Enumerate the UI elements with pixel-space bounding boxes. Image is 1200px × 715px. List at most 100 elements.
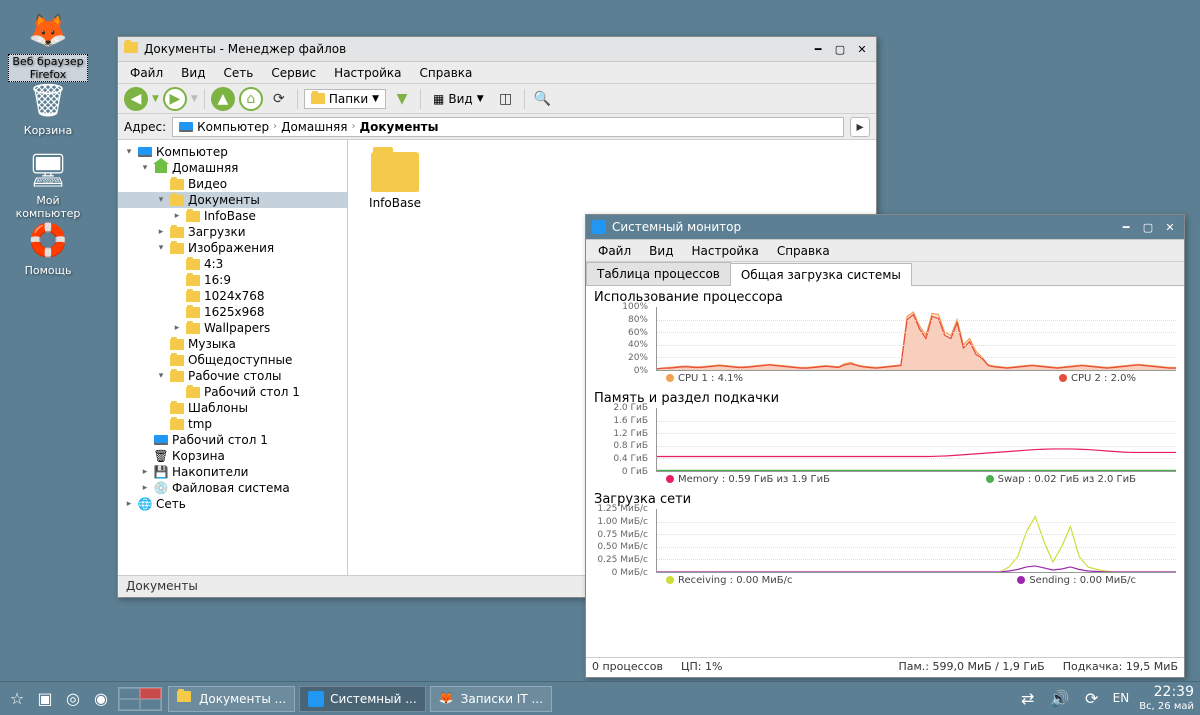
breadcrumb[interactable]: Компьютер›Домашняя›Документы: [172, 117, 844, 137]
network-tray-icon[interactable]: ⇄: [1017, 687, 1039, 709]
tree-item[interactable]: ▸💾Накопители: [118, 464, 347, 480]
taskbar-button[interactable]: 🦊Записки IT ...: [430, 686, 552, 712]
forward-dropdown-icon[interactable]: ▼: [191, 94, 198, 104]
sidepane-button[interactable]: ◫: [494, 87, 518, 111]
expand-icon[interactable]: ▸: [140, 483, 150, 493]
keyboard-layout[interactable]: EN: [1113, 691, 1130, 705]
tree-item[interactable]: Видео: [118, 176, 347, 192]
desktop-icon-trash[interactable]: 🗑Корзина: [8, 78, 88, 137]
desktop-icon-help[interactable]: 🛟Помощь: [8, 218, 88, 277]
tree-item[interactable]: ▸💿Файловая система: [118, 480, 347, 496]
crumb[interactable]: Домашняя: [281, 120, 347, 134]
folder-icon: [371, 152, 419, 192]
show-desktop-button[interactable]: ▣: [34, 688, 56, 710]
start-menu-button[interactable]: ☆: [6, 688, 28, 710]
up-button[interactable]: ▲: [211, 87, 235, 111]
tree-item[interactable]: ▾Домашняя: [118, 160, 347, 176]
tree-item[interactable]: Общедоступные: [118, 352, 347, 368]
expand-icon[interactable]: ▸: [156, 227, 166, 237]
tree-item[interactable]: 16:9: [118, 272, 347, 288]
tree-item[interactable]: ▸Загрузки: [118, 224, 347, 240]
menu-настройка[interactable]: Настройка: [326, 64, 409, 82]
menu-справка[interactable]: Справка: [769, 242, 838, 260]
tab[interactable]: Таблица процессов: [586, 262, 731, 285]
expand-icon[interactable]: ▾: [156, 371, 166, 381]
folder-icon: [186, 321, 200, 335]
expand-icon[interactable]: ▾: [156, 195, 166, 205]
view-dropdown[interactable]: ▦ Вид ▼: [427, 90, 490, 108]
tree-item[interactable]: Рабочий стол 1: [118, 432, 347, 448]
expand-icon[interactable]: ▾: [124, 147, 134, 157]
tree-item[interactable]: Музыка: [118, 336, 347, 352]
expand-icon[interactable]: ▸: [124, 499, 134, 509]
status-procs: 0 процессов: [592, 660, 663, 675]
tree-item[interactable]: ▸InfoBase: [118, 208, 347, 224]
tree-item[interactable]: ▾Документы: [118, 192, 347, 208]
folder-icon: [186, 385, 200, 399]
crumb[interactable]: Документы: [359, 120, 438, 134]
taskbar-button[interactable]: Документы ...: [168, 686, 295, 712]
menu-вид[interactable]: Вид: [641, 242, 681, 260]
taskbar-button[interactable]: Системный ...: [299, 686, 426, 712]
tree-item[interactable]: 🗑Корзина: [118, 448, 347, 464]
tree-item[interactable]: 1625x968: [118, 304, 347, 320]
expand-icon[interactable]: ▸: [172, 323, 182, 333]
search-button[interactable]: 🔍: [531, 87, 555, 111]
crumb[interactable]: Компьютер: [197, 120, 269, 134]
close-button[interactable]: ✕: [854, 41, 870, 57]
go-button[interactable]: ▸: [850, 117, 870, 137]
back-dropdown-icon[interactable]: ▼: [152, 94, 159, 104]
folder-icon: [170, 193, 184, 207]
maximize-button[interactable]: ▢: [832, 41, 848, 57]
expand-icon[interactable]: ▾: [140, 163, 150, 173]
minimize-button[interactable]: ━: [1118, 219, 1134, 235]
apps-button-2[interactable]: ◉: [90, 688, 112, 710]
forward-button[interactable]: ▶: [163, 87, 187, 111]
expand-icon[interactable]: ▸: [172, 211, 182, 221]
chart: 100%80%60%40%20%0%CPU 1 : 4.1%CPU 2 : 2.…: [594, 307, 1176, 385]
workspace-pager[interactable]: [118, 687, 162, 711]
tree-item[interactable]: ▾Рабочие столы: [118, 368, 347, 384]
tab[interactable]: Общая загрузка системы: [730, 263, 912, 286]
tree-item[interactable]: Рабочий стол 1: [118, 384, 347, 400]
clock[interactable]: 22:39 Вс, 26 май: [1139, 685, 1194, 711]
menu-сеть[interactable]: Сеть: [215, 64, 261, 82]
maximize-button[interactable]: ▢: [1140, 219, 1156, 235]
fm-title: Документы - Менеджер файлов: [144, 42, 804, 56]
close-button[interactable]: ✕: [1162, 219, 1178, 235]
expand-icon[interactable]: ▸: [140, 467, 150, 477]
file-item[interactable]: InfoBase: [360, 152, 430, 210]
fm-titlebar[interactable]: Документы - Менеджер файлов ━ ▢ ✕: [118, 37, 876, 62]
minimize-button[interactable]: ━: [810, 41, 826, 57]
computer-icon: 🖥: [26, 148, 70, 192]
menu-настройка[interactable]: Настройка: [683, 242, 766, 260]
desktop-icon-firefox[interactable]: 🦊Веб браузерFirefox: [8, 8, 88, 82]
tree-item[interactable]: ▸Wallpapers: [118, 320, 347, 336]
tree-item[interactable]: 1024x768: [118, 288, 347, 304]
chart: 1.25 МиБ/с1.00 МиБ/с0.75 МиБ/с0.50 МиБ/с…: [594, 509, 1176, 587]
menu-сервис[interactable]: Сервис: [263, 64, 324, 82]
folders-dropdown[interactable]: Папки▼: [304, 89, 386, 109]
menu-файл[interactable]: Файл: [122, 64, 171, 82]
filter-button[interactable]: ▼: [390, 87, 414, 111]
apps-button-1[interactable]: ◎: [62, 688, 84, 710]
tree-item[interactable]: tmp: [118, 416, 347, 432]
back-button[interactable]: ◀: [124, 87, 148, 111]
volume-tray-icon[interactable]: 🔊: [1049, 687, 1071, 709]
folder-icon: [170, 241, 184, 255]
tree-item[interactable]: ▾Изображения: [118, 240, 347, 256]
menu-файл[interactable]: Файл: [590, 242, 639, 260]
fm-tree[interactable]: ▾Компьютер▾ДомашняяВидео▾Документы▸InfoB…: [118, 140, 348, 575]
tree-item[interactable]: ▸🌐Сеть: [118, 496, 347, 512]
sm-titlebar[interactable]: Системный монитор ━ ▢ ✕: [586, 215, 1184, 240]
menu-справка[interactable]: Справка: [412, 64, 481, 82]
fs-icon: 💿: [154, 481, 168, 495]
expand-icon[interactable]: ▾: [156, 243, 166, 253]
updates-tray-icon[interactable]: ⟳: [1081, 687, 1103, 709]
home-button[interactable]: ⌂: [239, 87, 263, 111]
desktop-icon-computer[interactable]: 🖥Мойкомпьютер: [8, 148, 88, 220]
menu-вид[interactable]: Вид: [173, 64, 213, 82]
reload-button[interactable]: ⟳: [267, 87, 291, 111]
tree-item[interactable]: 4:3: [118, 256, 347, 272]
tree-item[interactable]: Шаблоны: [118, 400, 347, 416]
